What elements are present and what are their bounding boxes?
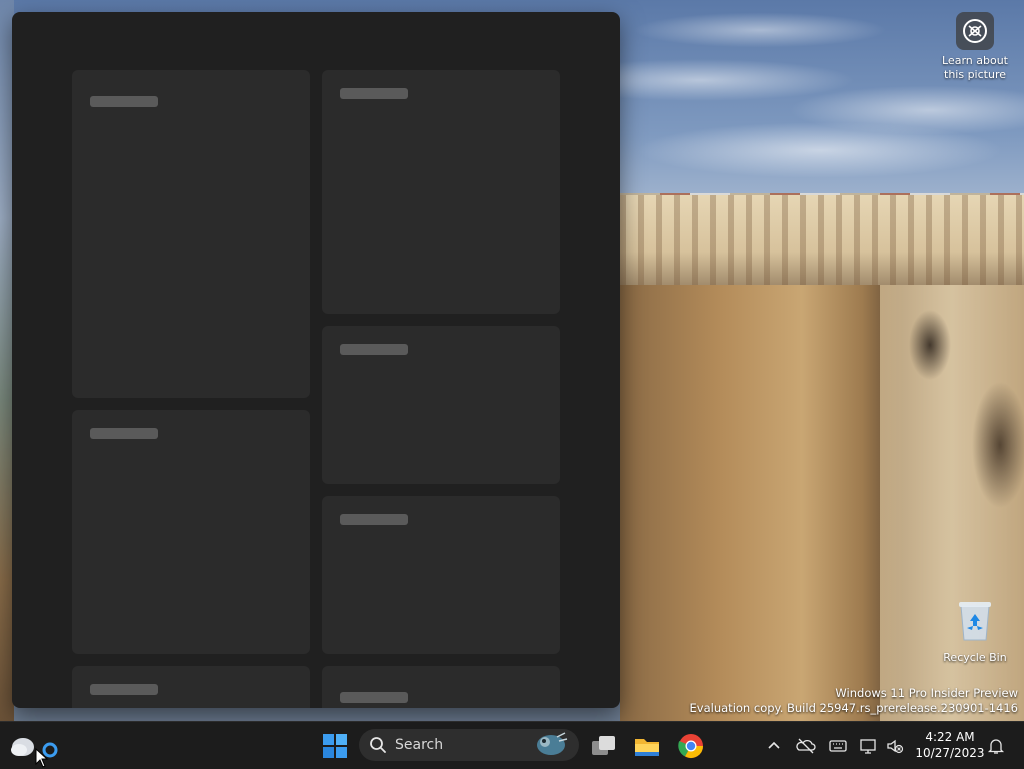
search-icon bbox=[370, 737, 386, 753]
task-view-icon[interactable] bbox=[590, 732, 618, 760]
widget-card-skeleton bbox=[72, 410, 310, 654]
widget-card-skeleton bbox=[322, 666, 560, 708]
start-button[interactable] bbox=[322, 733, 348, 759]
skeleton-title-bar bbox=[90, 96, 158, 107]
watermark-line-1: Windows 11 Pro Insider Preview bbox=[835, 686, 1018, 700]
volume-muted-icon[interactable] bbox=[885, 736, 905, 756]
skeleton-title-bar bbox=[340, 88, 408, 99]
taskbar-clock[interactable]: 4:22 AM 10/27/2023 bbox=[914, 729, 986, 761]
clock-time: 4:22 AM bbox=[925, 730, 975, 744]
search-highlight-icon bbox=[537, 732, 568, 755]
widget-card-skeleton bbox=[322, 70, 560, 314]
widget-card-skeleton bbox=[322, 326, 560, 484]
widget-card-skeleton bbox=[72, 666, 310, 708]
recycle-bin-label: Recycle Bin bbox=[943, 651, 1007, 664]
widget-card-skeleton bbox=[322, 496, 560, 654]
chrome-icon[interactable] bbox=[677, 732, 705, 760]
network-icon[interactable] bbox=[859, 736, 879, 756]
skeleton-title-bar bbox=[340, 344, 408, 355]
taskbar-search[interactable]: Search bbox=[359, 729, 579, 761]
skeleton-title-bar bbox=[90, 428, 158, 439]
learn-about-picture[interactable]: Learn about this picture bbox=[940, 12, 1010, 82]
widgets-panel[interactable] bbox=[12, 12, 620, 708]
skeleton-title-bar bbox=[340, 514, 408, 525]
keyboard-icon[interactable] bbox=[828, 736, 848, 756]
watermark-line-2: Evaluation copy. Build 25947.rs_prerelea… bbox=[689, 701, 1018, 715]
recycle-bin-icon bbox=[959, 602, 991, 641]
onedrive-offline-icon[interactable] bbox=[796, 736, 816, 756]
search-placeholder: Search bbox=[395, 737, 444, 753]
learn-label: Learn about this picture bbox=[942, 54, 1008, 81]
camera-icon bbox=[956, 12, 994, 50]
recycle-bin[interactable]: Recycle Bin bbox=[940, 598, 1010, 664]
file-explorer-icon[interactable] bbox=[633, 732, 661, 760]
clock-date: 10/27/2023 bbox=[915, 746, 985, 760]
wallpaper-town bbox=[620, 195, 1024, 290]
mouse-cursor-icon bbox=[35, 748, 49, 768]
chevron-up-icon[interactable] bbox=[764, 736, 784, 756]
notification-bell-icon[interactable] bbox=[986, 736, 1006, 756]
evaluation-watermark: Windows 11 Pro Insider Preview Evaluatio… bbox=[690, 686, 1018, 716]
taskbar: Search 4:22 AM 10/27/2023 bbox=[0, 721, 1024, 769]
skeleton-title-bar bbox=[340, 692, 408, 703]
widget-card-skeleton bbox=[72, 70, 310, 398]
skeleton-title-bar bbox=[90, 684, 158, 695]
